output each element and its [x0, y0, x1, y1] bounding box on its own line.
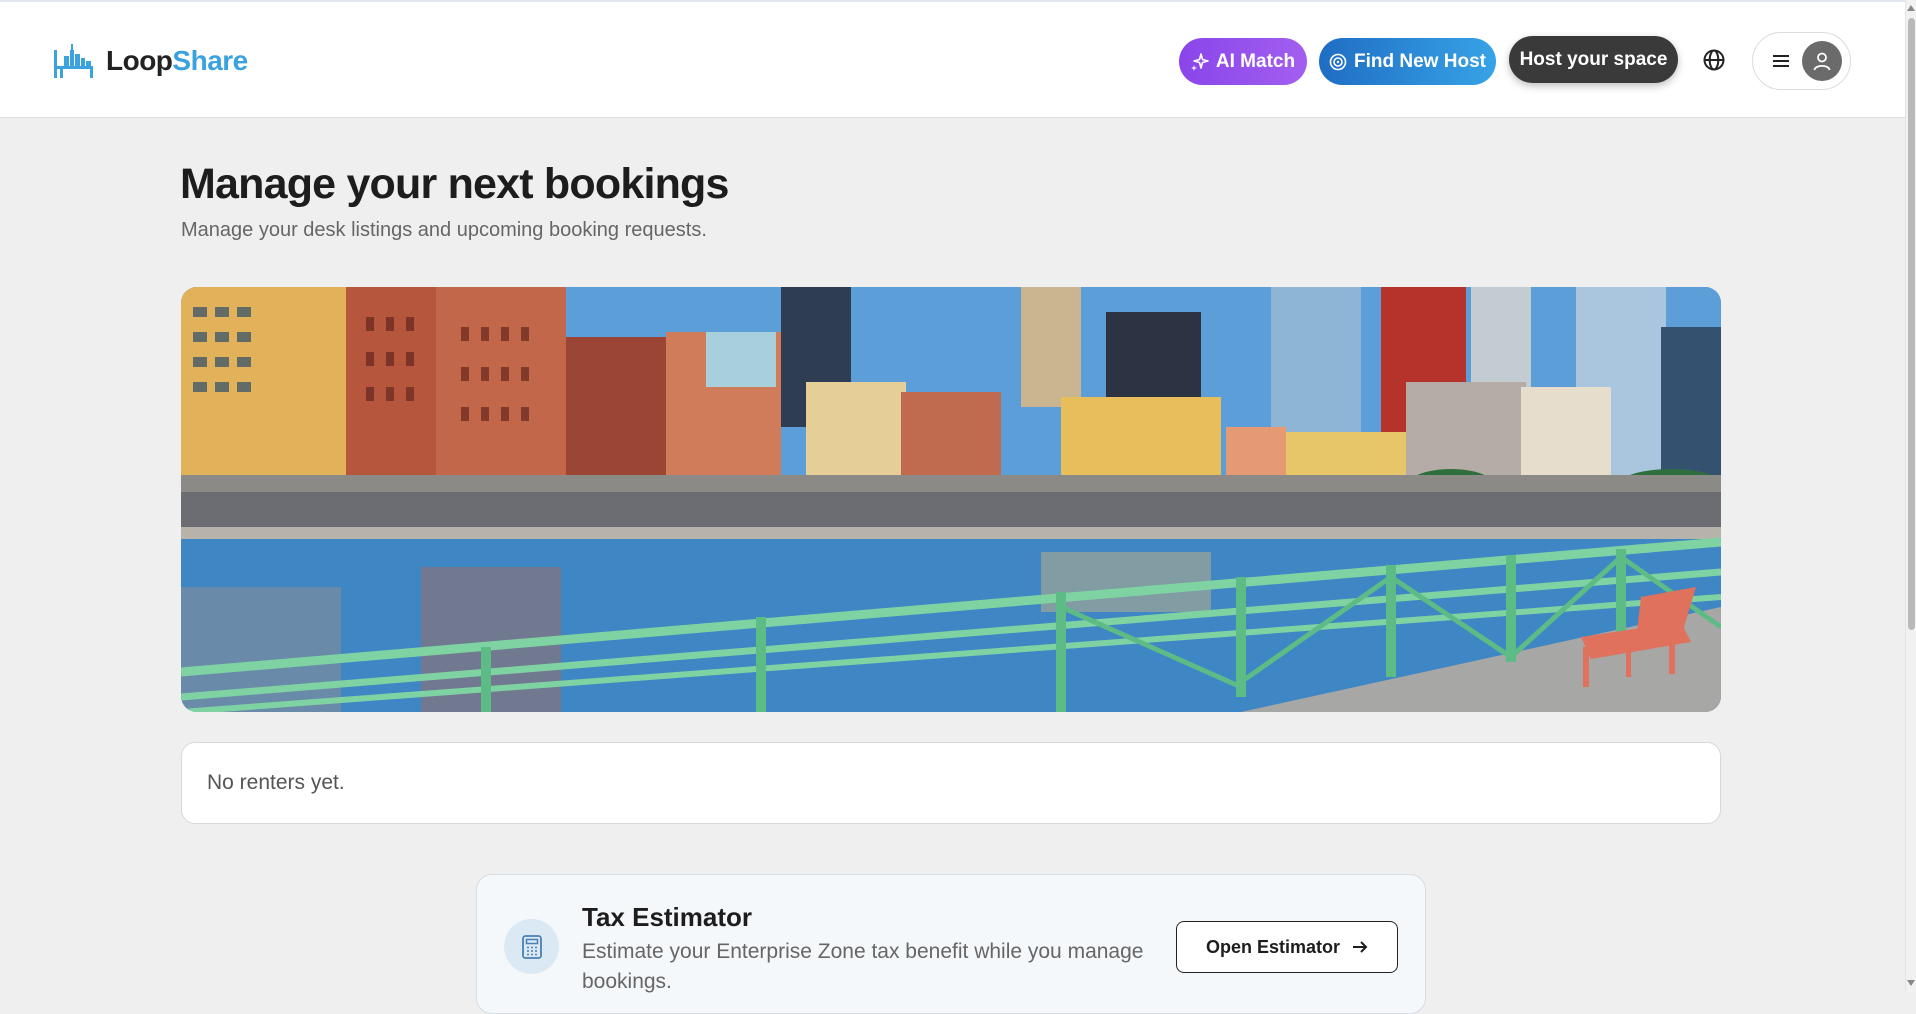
tax-estimator-description: Estimate your Enterprise Zone tax benefi… [582, 940, 1144, 993]
page-subtitle: Manage your desk listings and upcoming b… [181, 219, 707, 241]
language-selector[interactable] [1700, 46, 1728, 74]
ai-match-label: AI Match [1215, 50, 1296, 72]
tax-icon-circle [504, 919, 559, 974]
host-your-space-label: Host your space [1519, 48, 1668, 70]
ai-match-button[interactable]: AI Match [1179, 38, 1307, 85]
scroll-down-arrow-icon[interactable] [1907, 980, 1915, 986]
no-renters-text: No renters yet. [207, 771, 345, 794]
sparkles-icon [1190, 52, 1209, 71]
user-menu-button[interactable] [1752, 32, 1851, 90]
logo-text-loop: Loop [106, 45, 173, 76]
tax-estimator-title: Tax Estimator [582, 902, 753, 932]
logo[interactable]: LoopShare [52, 42, 248, 80]
riverwalk-skyline-illustration [181, 287, 1721, 712]
tax-estimator-card: Tax Estimator Estimate your Enterprise Z… [476, 874, 1426, 1014]
avatar [1802, 41, 1842, 81]
scroll-up-arrow-icon[interactable] [1907, 5, 1915, 11]
renters-empty-state: No renters yet. [181, 742, 1721, 824]
scrollbar-thumb[interactable] [1908, 18, 1915, 630]
target-icon [1329, 53, 1347, 70]
host-your-space-button[interactable]: Host your space [1509, 36, 1678, 83]
open-estimator-button[interactable]: Open Estimator [1176, 921, 1398, 973]
hamburger-menu-icon [1773, 55, 1789, 67]
logo-text-share: Share [172, 45, 248, 76]
open-estimator-label: Open Estimator [1205, 936, 1341, 957]
top-navigation-bar: LoopShare AI Match Find New Host Host yo… [0, 0, 1905, 118]
find-new-host-button[interactable]: Find New Host [1319, 38, 1496, 85]
globe-icon [1703, 49, 1725, 71]
desk-skyline-logo-icon [54, 44, 93, 78]
page-scrollbar[interactable] [1905, 0, 1916, 992]
user-avatar-icon [1813, 52, 1831, 71]
find-new-host-label: Find New Host [1354, 50, 1486, 72]
arrow-right-icon [1353, 941, 1368, 953]
page-title: Manage your next bookings [180, 160, 729, 208]
calculator-icon [521, 934, 542, 959]
hero-illustration [181, 287, 1721, 712]
